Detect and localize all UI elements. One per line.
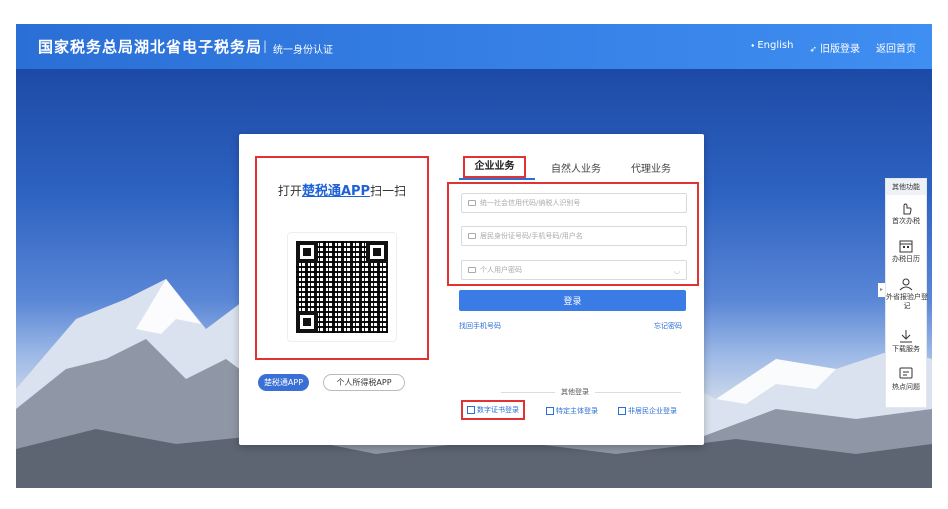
qr-finder-top-right bbox=[366, 241, 388, 263]
side-item-tax-calendar-label: 办税日历 bbox=[892, 255, 920, 263]
non-resident-label: 非居民企业登录 bbox=[628, 407, 677, 415]
login-tabs: 企业业务 自然人业务 代理业务 bbox=[463, 156, 686, 180]
nav-home[interactable]: 返回首页 bbox=[876, 40, 916, 55]
login-button[interactable]: 登录 bbox=[459, 290, 686, 311]
download-icon bbox=[900, 330, 912, 343]
phone-icon bbox=[468, 233, 476, 239]
nav-home-label: 返回首页 bbox=[876, 44, 916, 55]
qr-login-panel: 打开楚税通APP扫一扫 bbox=[255, 156, 429, 360]
id-number-placeholder: 居民身份证号码/手机号码/用户名 bbox=[480, 232, 583, 240]
eye-closed-icon[interactable]: ◡ bbox=[674, 267, 680, 275]
page: 国家税务总局湖北省电子税务局 | 统一身份认证 ⬩ English ➶ 旧版登录 返… bbox=[0, 0, 948, 509]
qr-title: 打开楚税通APP扫一扫 bbox=[257, 180, 427, 199]
id-card-icon bbox=[468, 200, 476, 206]
nav-english-label: English bbox=[757, 40, 794, 51]
app-button-chushuitong[interactable]: 楚税通APP bbox=[258, 374, 309, 391]
find-phone-link[interactable]: 找回手机号码 bbox=[459, 321, 501, 331]
password-input[interactable]: 个人用户密码 ◡ bbox=[461, 260, 687, 280]
side-item-hot-questions-label: 热点问题 bbox=[892, 383, 920, 391]
credit-code-input[interactable]: 统一社会信用代码/纳税人识别号 bbox=[461, 193, 687, 213]
nav-old-version[interactable]: ➶ 旧版登录 bbox=[809, 40, 860, 55]
hand-pointer-icon bbox=[903, 203, 912, 215]
qr-title-suffix: 扫一扫 bbox=[370, 184, 407, 198]
login-card: 打开楚税通APP扫一扫 楚税通APP 个人所得税APP 企业业务 自然人业务 代… bbox=[239, 134, 704, 445]
side-item-first-tax-label: 首次办税 bbox=[892, 217, 920, 225]
side-panel-title: 其他功能 bbox=[886, 179, 926, 195]
building-icon bbox=[618, 407, 626, 415]
entity-icon bbox=[546, 407, 554, 415]
site-brand[interactable]: 国家税务总局湖北省电子税务局 bbox=[38, 36, 262, 57]
qr-code-image bbox=[296, 241, 388, 333]
id-number-input[interactable]: 居民身份证号码/手机号码/用户名 bbox=[461, 226, 687, 246]
non-resident-login[interactable]: 非居民企业登录 bbox=[618, 406, 677, 416]
login-form: 统一社会信用代码/纳税人识别号 居民身份证号码/手机号码/用户名 个人用户密码 … bbox=[447, 182, 699, 286]
pin-icon: ➶ bbox=[809, 45, 817, 55]
qr-title-app[interactable]: 楚税通APP bbox=[302, 184, 370, 199]
side-item-registration-label: 外省报验户登记 bbox=[886, 293, 928, 310]
digital-certificate-login[interactable]: 数字证书登录 bbox=[461, 400, 525, 420]
side-item-download-label: 下载服务 bbox=[892, 345, 920, 353]
side-item-tax-calendar[interactable]: 办税日历 bbox=[886, 239, 926, 264]
header-nav: ⬩ English ➶ 旧版登录 返回首页 bbox=[751, 40, 916, 55]
side-item-first-tax[interactable]: 首次办税 bbox=[886, 201, 926, 226]
other-login-title: 其他登录 bbox=[555, 387, 595, 397]
specific-entity-login[interactable]: 特定主体登录 bbox=[546, 406, 598, 416]
globe-icon: ⬩ bbox=[751, 41, 755, 51]
brand-subtitle: 统一身份认证 bbox=[273, 45, 333, 56]
side-item-download[interactable]: 下载服务 bbox=[886, 329, 926, 354]
specific-entity-label: 特定主体登录 bbox=[556, 407, 598, 415]
chat-icon bbox=[899, 367, 913, 379]
qr-code-frame bbox=[287, 232, 397, 342]
credit-code-placeholder: 统一社会信用代码/纳税人识别号 bbox=[480, 199, 581, 207]
nav-old-version-label: 旧版登录 bbox=[820, 44, 860, 55]
qr-finder-bottom-left bbox=[296, 311, 318, 333]
forgot-password-link[interactable]: 忘记密码 bbox=[654, 321, 682, 331]
side-item-hot-questions[interactable]: 热点问题 bbox=[886, 367, 926, 392]
side-panel-toggle[interactable]: ▸ bbox=[878, 283, 885, 297]
qr-title-prefix: 打开 bbox=[277, 184, 302, 198]
tab-enterprise[interactable]: 企业业务 bbox=[463, 156, 526, 178]
side-item-registration[interactable]: 外省报验户登记 bbox=[886, 277, 928, 311]
certificate-icon bbox=[467, 406, 475, 414]
active-tab-indicator bbox=[459, 178, 535, 180]
nav-english[interactable]: ⬩ English bbox=[751, 40, 793, 55]
tab-individual[interactable]: 自然人业务 bbox=[551, 160, 601, 175]
lock-icon bbox=[468, 267, 476, 273]
side-function-panel: 其他功能 首次办税 办税日历 外省报验户登记 下载服务 热点问题 bbox=[885, 178, 928, 408]
tab-agent[interactable]: 代理业务 bbox=[631, 160, 671, 175]
header-bar: 国家税务总局湖北省电子税务局 | 统一身份认证 ⬩ English ➶ 旧版登录 返… bbox=[16, 24, 932, 69]
app-switch: 楚税通APP 个人所得税APP bbox=[258, 374, 405, 391]
calendar-icon bbox=[899, 240, 913, 253]
app-button-iit[interactable]: 个人所得税APP bbox=[323, 374, 405, 391]
digital-certificate-label: 数字证书登录 bbox=[477, 406, 519, 414]
qr-finder-top-left bbox=[296, 241, 318, 263]
person-icon bbox=[899, 278, 913, 291]
password-placeholder: 个人用户密码 bbox=[480, 266, 522, 274]
bottom-strip bbox=[16, 488, 932, 509]
brand-separator: | bbox=[263, 39, 268, 53]
